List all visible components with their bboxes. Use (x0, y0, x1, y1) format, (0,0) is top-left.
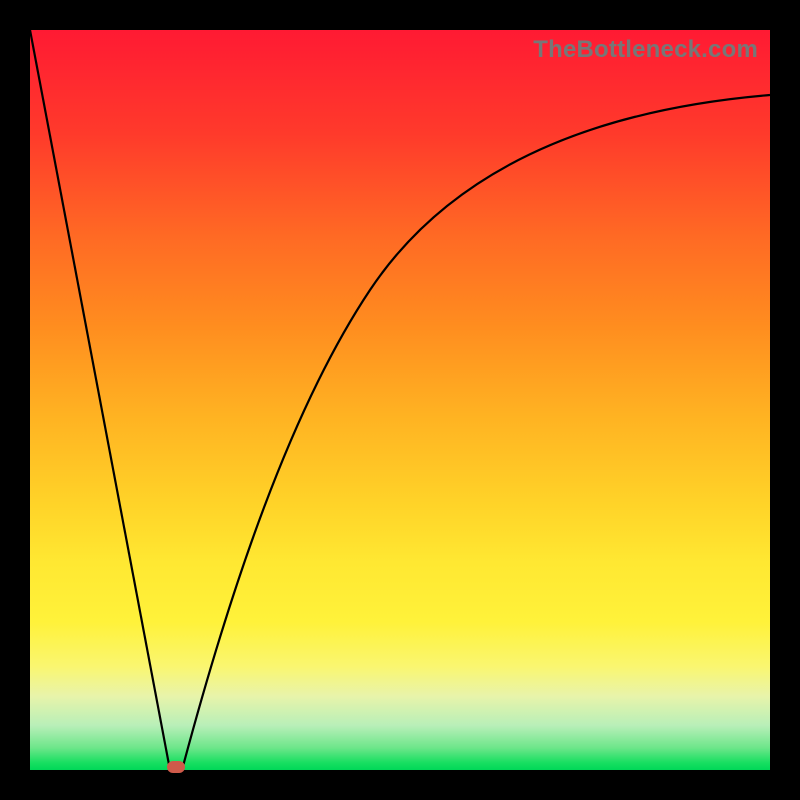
curve-left (30, 30, 170, 770)
curve-svg (30, 30, 770, 770)
chart-frame: TheBottleneck.com (0, 0, 800, 800)
bottleneck-marker (167, 761, 185, 773)
curve-right (182, 95, 770, 770)
plot-area: TheBottleneck.com (30, 30, 770, 770)
